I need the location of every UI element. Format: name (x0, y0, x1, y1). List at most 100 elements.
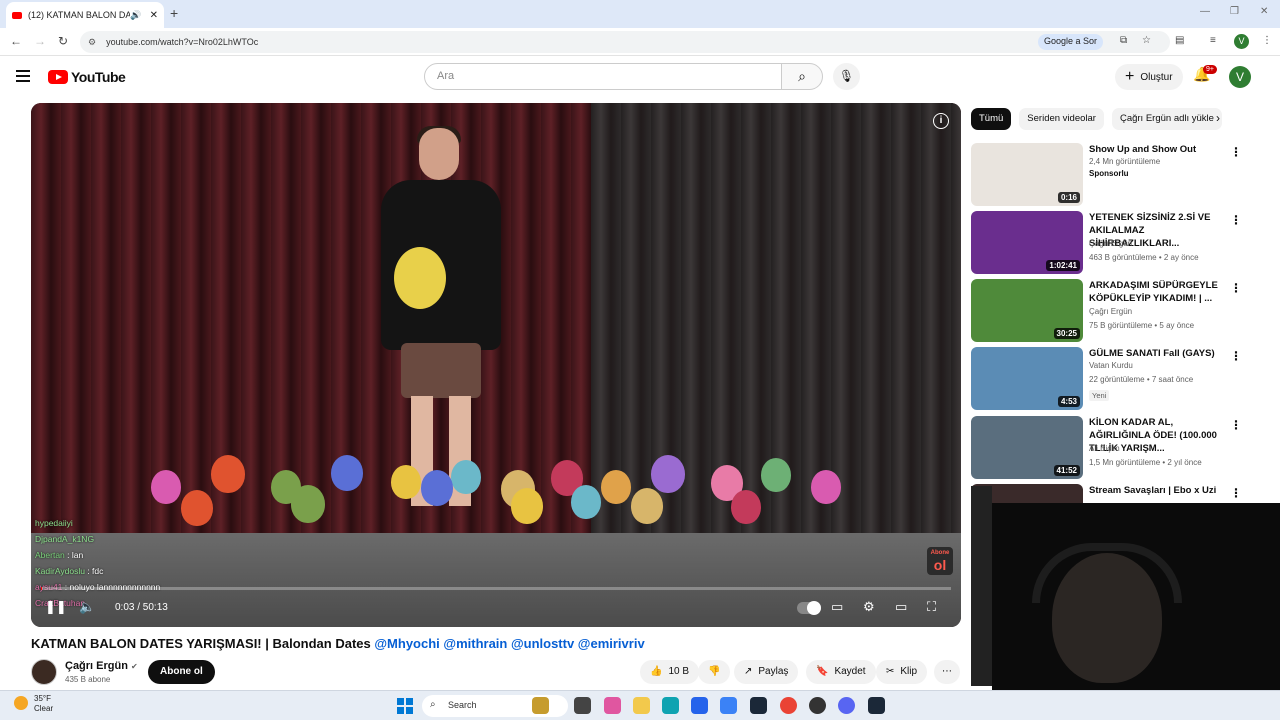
yellow-balloon (394, 247, 446, 309)
extensions-icon[interactable]: ≡ (1210, 35, 1216, 46)
channel-name[interactable]: Çağrı Ergün (1089, 239, 1239, 248)
settings-gear-icon[interactable]: ⚙ (863, 599, 875, 615)
new-tab-icon[interactable]: + (170, 5, 178, 21)
time-display: 0:03 / 50:13 (115, 602, 168, 613)
progress-bar[interactable] (41, 587, 951, 590)
more-options-icon[interactable]: ⋮ (1230, 486, 1242, 500)
dislike-button[interactable]: 👎 (698, 660, 731, 684)
subscriber-count: 435 B abone (65, 675, 111, 684)
browser-profile-avatar[interactable]: V (1234, 34, 1249, 49)
recommended-video[interactable]: 41:52 KİLON KADAR AL, AĞIRLIĞINLA ÖDE! (1… (971, 416, 1261, 480)
youtube-logo[interactable]: YouTube (48, 69, 126, 85)
app2-icon[interactable] (809, 697, 826, 714)
theater-mode-icon[interactable]: ▭ (895, 599, 907, 615)
video-title[interactable]: GÜLME SANATI Fall (GAYS) (1089, 347, 1229, 360)
channel-name[interactable]: Çağrı Ergün (1089, 307, 1239, 316)
more-options-icon[interactable]: ⋮ (1230, 145, 1242, 159)
chat-message: hypedaiiyi (35, 515, 160, 531)
close-window-icon[interactable]: ✕ (1260, 6, 1268, 17)
autoplay-toggle[interactable] (797, 601, 821, 615)
video-thumbnail[interactable]: 1:02:41 (971, 211, 1083, 274)
like-button[interactable]: 👍 10 B (640, 660, 700, 684)
fullscreen-icon[interactable]: ⛶ (927, 599, 936, 615)
reload-icon[interactable]: ↻ (58, 34, 68, 48)
balloon (631, 488, 663, 524)
clip-button[interactable]: ✂ Klip (876, 660, 928, 684)
chrome-icon[interactable] (780, 697, 797, 714)
more-options-icon[interactable]: ⋮ (1230, 213, 1242, 227)
video-meta: 1,5 Mn görüntüleme • 2 yıl önce (1089, 458, 1202, 467)
balloon (601, 470, 631, 504)
search-button[interactable]: ⌕ (781, 63, 823, 90)
more-actions-button[interactable]: ⋯ (934, 660, 960, 684)
recommended-video[interactable]: 30:25 ARKADAŞIMI SÜPÜRGEYLE KÖPÜKLEYİP YI… (971, 279, 1261, 343)
account-avatar[interactable]: V (1229, 66, 1251, 88)
video-thumbnail[interactable]: 41:52 (971, 416, 1083, 479)
menu-icon[interactable] (16, 70, 30, 85)
copilot-icon[interactable] (604, 697, 621, 714)
channel-avatar[interactable] (31, 659, 57, 685)
create-button[interactable]: + Oluştur (1115, 64, 1183, 90)
voice-search-button[interactable]: 🎙 (833, 63, 860, 90)
video-player[interactable]: i hypedaiiyi DjpandA_k1NG Abertan : lan Kad… (31, 103, 961, 627)
more-options-icon[interactable]: ⋮ (1230, 418, 1242, 432)
info-icon[interactable]: i (933, 113, 949, 129)
site-info-icon[interactable]: ⚙ (88, 37, 96, 48)
maximize-icon[interactable]: ❐ (1230, 6, 1239, 17)
steam2-icon[interactable] (868, 697, 885, 714)
video-thumbnail[interactable]: 30:25 (971, 279, 1083, 342)
subscribe-watermark[interactable]: Abone ol (927, 547, 953, 575)
recommended-video[interactable]: 4:53 GÜLME SANATI Fall (GAYS) Vatan Kurdu 2… (971, 347, 1261, 411)
video-duration: 41:52 (1053, 465, 1080, 476)
bookmark-star-icon[interactable]: ☆ (1142, 35, 1151, 46)
share-icon: ↗ (744, 666, 753, 677)
video-title-mentions[interactable]: @Mhyochi @mithrain @unlosttv @emirivriv (374, 636, 644, 651)
windows-start-icon[interactable] (397, 698, 413, 714)
steam-icon[interactable] (750, 697, 767, 714)
pause-icon[interactable]: ❚❚ (45, 599, 67, 615)
forward-icon[interactable]: → (34, 34, 46, 48)
file-explorer-icon[interactable] (633, 697, 650, 714)
filter-chip[interactable]: Çağrı Ergün adlı yükle (1111, 108, 1222, 130)
install-icon[interactable]: ⧉ (1120, 35, 1127, 46)
filter-chip[interactable]: Tümü (971, 108, 1012, 130)
minimize-icon[interactable]: — (1200, 6, 1210, 17)
video-title[interactable]: ARKADAŞIMI SÜPÜRGEYLE KÖPÜKLEYİP YIKADIM… (1089, 279, 1229, 305)
close-tab-icon[interactable]: ✕ (150, 10, 158, 21)
sidepanel-icon[interactable]: ▤ (1175, 35, 1184, 46)
back-icon[interactable]: ← (10, 34, 22, 48)
subscribe-button[interactable]: Abone ol (148, 660, 215, 684)
save-button[interactable]: 🔖 Kaydet (806, 660, 876, 684)
video-title[interactable]: Stream Savaşları | Ebo x Uzi (1089, 484, 1229, 497)
channel-name[interactable]: Çağrı Ergün ✔ (65, 660, 138, 672)
video-title[interactable]: Show Up and Show Out (1089, 143, 1229, 156)
youtube-header: YouTube Ara ⌕ 🎙 + Oluştur 🔔 9+ V (0, 56, 1270, 98)
chevron-right-icon[interactable]: › (1216, 111, 1220, 125)
widget-icon[interactable] (532, 697, 549, 714)
subtitles-icon[interactable]: ▭ (831, 599, 843, 615)
search-input[interactable]: Ara (424, 63, 782, 90)
video-thumbnail[interactable]: 0:16 (971, 143, 1083, 206)
recommended-video[interactable]: 0:16 Show Up and Show Out 2,4 Mn görüntüle… (971, 143, 1261, 207)
task-view-icon[interactable] (574, 697, 591, 714)
more-options-icon[interactable]: ⋮ (1230, 349, 1242, 363)
discord-icon[interactable] (838, 697, 855, 714)
store-icon[interactable] (691, 697, 708, 714)
player-controls: ❚❚ 🔈 0:03 / 50:13 ▭ ⚙ ▭ ⛶ (31, 597, 961, 621)
google-ask-button[interactable]: Google a Sor (1038, 34, 1104, 50)
more-options-icon[interactable]: ⋮ (1230, 281, 1242, 295)
browser-tab[interactable]: (12) KATMAN BALON DATES 🔊 ✕ (6, 2, 164, 28)
edge-icon[interactable] (662, 697, 679, 714)
url-field[interactable]: ⚙ youtube.com/watch?v=Nro02LhWTOc (80, 31, 1170, 53)
recommended-video[interactable]: 1:02:41 YETENEK SİZSİNİZ 2.Sİ VE AKILALMA… (971, 211, 1261, 275)
filter-chip[interactable]: Seriden videolar (1019, 108, 1104, 130)
video-thumbnail[interactable]: 4:53 (971, 347, 1083, 410)
channel-name[interactable]: Vatan Kurdu (1089, 361, 1239, 370)
browser-menu-icon[interactable]: ⋮ (1262, 35, 1272, 46)
volume-icon[interactable]: 🔈 (79, 599, 95, 615)
share-button[interactable]: ↗ Paylaş (734, 660, 799, 684)
audio-icon[interactable]: 🔊 (130, 10, 141, 21)
app-icon[interactable] (720, 697, 737, 714)
channel-name[interactable]: Ali Biçim (1089, 444, 1239, 453)
video-duration: 0:16 (1057, 192, 1080, 203)
